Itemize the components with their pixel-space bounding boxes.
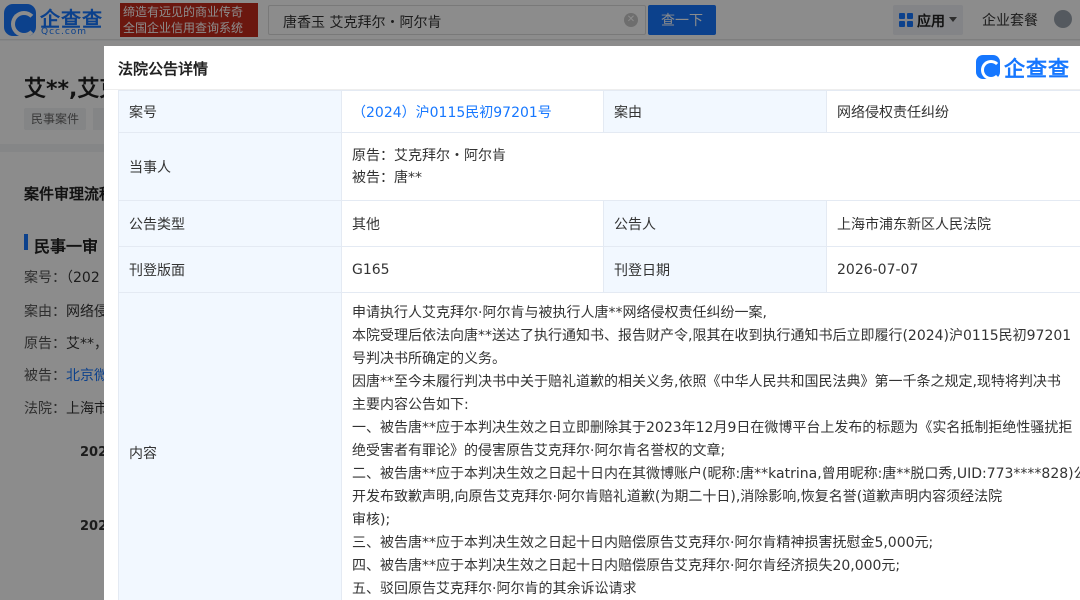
modal-header: 法院公告详情 企查查: [104, 46, 1080, 90]
content-line: 五、驳回原告艾克拜尔·阿尔肯的其余诉讼请求: [352, 581, 637, 597]
content-line: 一、被告唐**应于本判决生效之日立即删除其于2023年12月9日在微博平台上发布…: [352, 420, 1073, 436]
notice-type-value: 其他: [341, 200, 604, 247]
table-row: 公告类型 其他 公告人 上海市浦东新区人民法院: [118, 200, 1080, 247]
notice-type-label: 公告类型: [118, 200, 342, 247]
content-line: 四、被告唐**应于本判决生效之日起十日内赔偿原告艾克拜尔·阿尔肯经济损失20,0…: [352, 558, 901, 574]
notice-detail-table: 案号 （2024）沪0115民初97201号 案由 网络侵权责任纠纷 当事人 原…: [118, 90, 1080, 600]
content-line: 号判决书所确定的义务。: [352, 351, 506, 367]
table-row: 刊登版面 G165 刊登日期 2026-07-07: [118, 246, 1080, 293]
content-label: 内容: [118, 292, 342, 600]
parties-value: 原告：艾克拜尔・阿尔肯 被告：唐**: [341, 132, 1080, 201]
court-notice-modal: 法院公告详情 企查查 案号 （2024）沪0115民初97201号 案由 网络侵…: [104, 46, 1080, 600]
case-no-link[interactable]: （2024）沪0115民初97201号: [341, 90, 604, 133]
defendant: 被告：唐**: [352, 169, 422, 186]
modal-logo-text: 企查查: [1004, 57, 1070, 81]
announcer-label: 公告人: [603, 200, 827, 247]
content-line: 主要内容公告如下:: [352, 397, 469, 413]
table-row: 当事人 原告：艾克拜尔・阿尔肯 被告：唐**: [118, 132, 1080, 201]
table-row: 案号 （2024）沪0115民初97201号 案由 网络侵权责任纠纷: [118, 90, 1080, 133]
content-line: 因唐**至今未履行判决书中关于赔礼道歉的相关义务,依照《中华人民共和国民法典》第…: [352, 374, 1061, 390]
content-line: 二、被告唐**应于本判决生效之日起十日内在其微博账户(昵称:唐**katrina…: [352, 466, 1080, 482]
content-line: 开发布致歉声明,向原告艾克拜尔·阿尔肯赔礼道歉(为期二十日),消除影响,恢复名誉…: [352, 489, 1003, 505]
qcc-watermark-logo: 企查查: [976, 53, 1074, 83]
page-value: G165: [341, 246, 604, 293]
qcc-logo-icon: [976, 55, 1001, 80]
content-value: 申请执行人艾克拜尔·阿尔肯与被执行人唐**网络侵权责任纠纷一案, 本院受理后依法…: [341, 292, 1080, 600]
table-row: 内容 申请执行人艾克拜尔·阿尔肯与被执行人唐**网络侵权责任纠纷一案, 本院受理…: [118, 292, 1080, 600]
cause-label: 案由: [603, 90, 827, 133]
content-line: 三、被告唐**应于本判决生效之日起十日内赔偿原告艾克拜尔·阿尔肯精神损害抚慰金5…: [352, 535, 934, 551]
modal-title: 法院公告详情: [118, 60, 209, 78]
content-line: 审核);: [352, 512, 391, 528]
date-value: 2026-07-07: [826, 246, 1080, 293]
cause-value: 网络侵权责任纠纷: [826, 90, 1080, 133]
date-label: 刊登日期: [603, 246, 827, 293]
plaintiff: 原告：艾克拜尔・阿尔肯: [352, 147, 506, 164]
announcer-value: 上海市浦东新区人民法院: [826, 200, 1080, 247]
parties-label: 当事人: [118, 132, 342, 201]
case-no-label: 案号: [118, 90, 342, 133]
content-line: 本院受理后依法向唐**送达了执行通知书、报告财产令,限其在收到执行通知书后立即履…: [352, 328, 1072, 344]
content-line: 申请执行人艾克拜尔·阿尔肯与被执行人唐**网络侵权责任纠纷一案,: [352, 305, 767, 321]
page-label: 刊登版面: [118, 246, 342, 293]
content-line: 绝受害者有罪论》的侵害原告艾克拜尔·阿尔肯名誉权的文章;: [352, 443, 726, 459]
